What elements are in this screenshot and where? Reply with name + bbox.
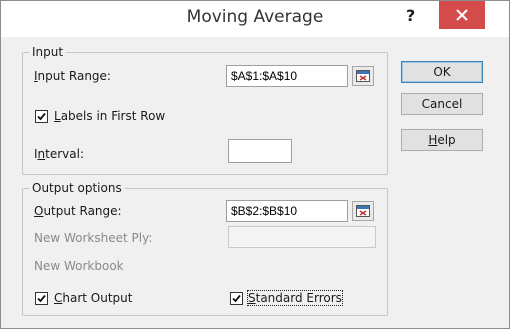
new-worksheet-ply-label: New Worksheet Ply: (34, 231, 153, 245)
new-workbook-label: New Workbook (34, 259, 124, 273)
interval-field[interactable] (228, 139, 292, 163)
labels-first-row-label[interactable]: Labels in First Row (54, 109, 165, 123)
help-question-button[interactable]: ? (406, 6, 415, 25)
close-icon (456, 9, 468, 21)
standard-errors-label[interactable]: Standard Errors (247, 290, 343, 306)
input-group-legend: Input (29, 45, 67, 59)
output-range-field[interactable] (226, 200, 348, 222)
output-range-collapse-button[interactable] (352, 201, 374, 221)
ok-button[interactable]: OK (401, 61, 483, 83)
help-button[interactable]: Help (401, 129, 483, 151)
output-options-legend: Output options (29, 181, 125, 195)
standard-errors-checkbox[interactable] (230, 292, 243, 305)
range-selector-icon (356, 70, 370, 82)
title-bar[interactable]: Moving Average ? (1, 1, 509, 37)
input-range-field[interactable] (226, 65, 348, 87)
checkmark-icon (37, 112, 46, 121)
input-range-label: Input Range: (34, 69, 111, 83)
input-range-collapse-button[interactable] (352, 66, 374, 86)
cancel-button[interactable]: Cancel (401, 93, 483, 115)
range-selector-icon (356, 205, 370, 217)
close-button[interactable] (439, 1, 485, 29)
checkmark-icon (37, 294, 46, 303)
dialog-title: Moving Average (186, 7, 324, 27)
output-range-label: Output Range: (34, 204, 122, 218)
new-worksheet-ply-field (228, 226, 376, 248)
chart-output-checkbox[interactable] (35, 292, 48, 305)
checkmark-icon (232, 294, 241, 303)
moving-average-dialog: Moving Average ? Input Input Range: Labe… (0, 0, 510, 329)
chart-output-label[interactable]: Chart Output (54, 291, 133, 305)
interval-label: Interval: (34, 147, 85, 161)
labels-first-row-checkbox[interactable] (35, 110, 48, 123)
